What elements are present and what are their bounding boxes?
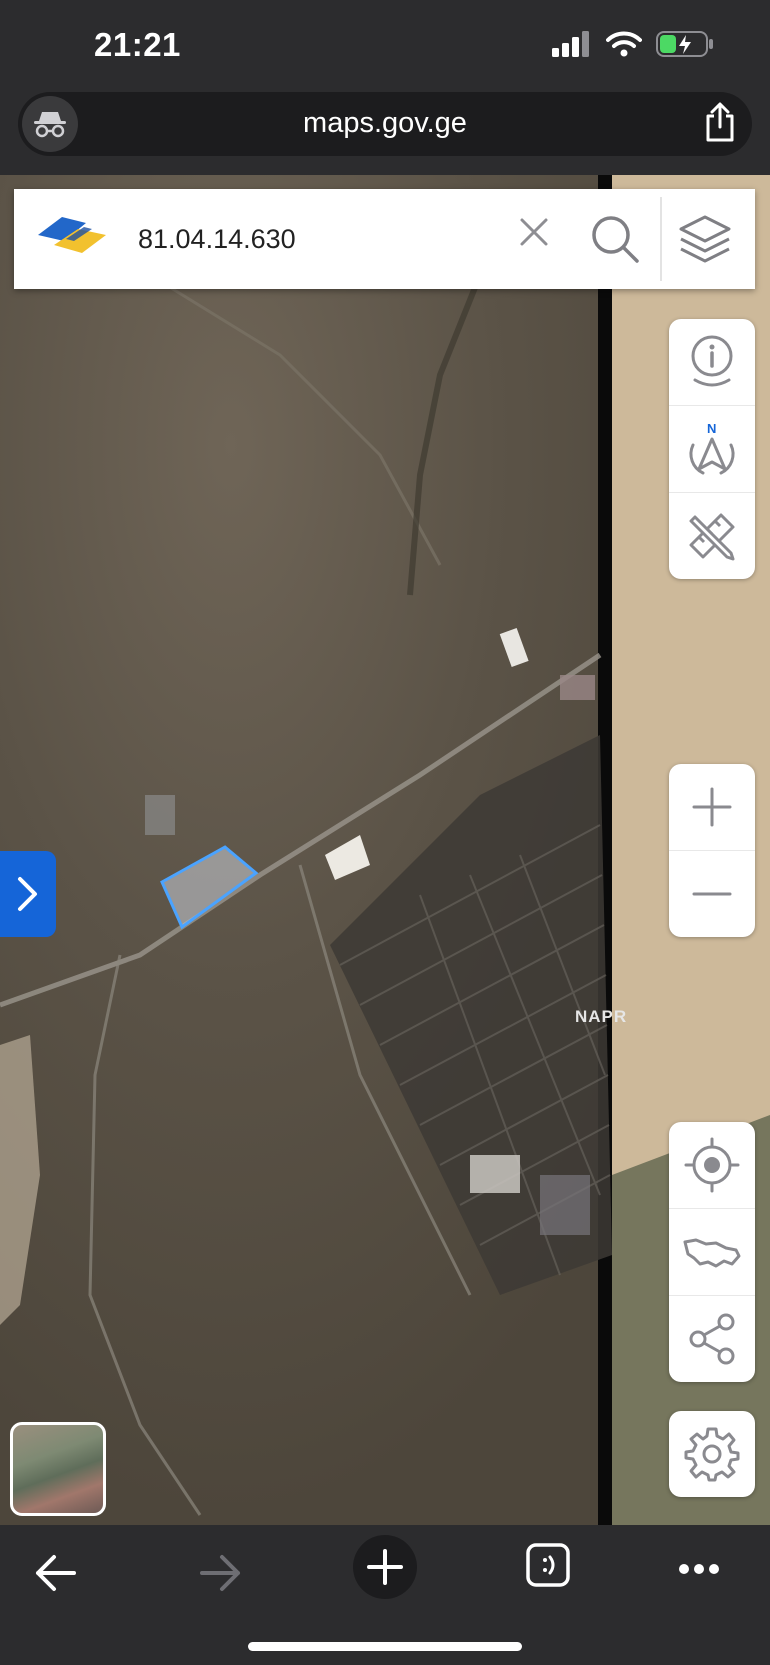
arrow-left-icon	[36, 1555, 76, 1591]
compass-button[interactable]: N	[669, 406, 755, 493]
arrow-right-icon	[200, 1555, 240, 1591]
minus-icon	[692, 892, 732, 896]
signal-icon	[552, 31, 589, 57]
info-button[interactable]	[669, 319, 755, 406]
locate-button[interactable]	[669, 1122, 755, 1209]
gear-icon	[684, 1427, 740, 1482]
share-button[interactable]	[702, 102, 738, 149]
plus-icon	[692, 787, 732, 827]
measure-button[interactable]	[669, 493, 755, 579]
expand-sidebar-button[interactable]	[0, 851, 56, 937]
chevron-right-icon	[18, 877, 37, 911]
tools-panel: N	[669, 319, 755, 579]
tabs-icon	[526, 1543, 570, 1587]
address-bar[interactable]: maps.gov.ge	[18, 92, 752, 156]
zoom-panel	[669, 764, 755, 937]
layers-icon	[679, 215, 731, 263]
map-label: NAPR	[575, 1007, 628, 1026]
country-extent-button[interactable]	[669, 1209, 755, 1296]
forward-button[interactable]	[198, 1553, 242, 1593]
search-input[interactable]	[136, 215, 500, 263]
location-panel	[669, 1122, 755, 1382]
compass-north-icon: N	[689, 421, 735, 475]
search-divider	[660, 197, 662, 281]
share-nodes-icon	[689, 1313, 735, 1365]
status-bar: 21:21	[0, 0, 770, 88]
share-icon	[706, 102, 734, 142]
settings-button[interactable]	[669, 1411, 755, 1497]
status-time: 21:21	[94, 26, 181, 63]
url-text[interactable]: maps.gov.ge	[18, 107, 752, 140]
map-imagery	[0, 273, 770, 1525]
locate-icon	[684, 1137, 740, 1193]
zoom-out-button[interactable]	[669, 851, 755, 937]
search-button[interactable]	[589, 213, 641, 270]
search-bar	[14, 189, 755, 289]
tabs-button[interactable]	[526, 1543, 570, 1587]
battery-icon	[656, 31, 713, 57]
zoom-in-button[interactable]	[669, 764, 755, 851]
ruler-pencil-icon	[689, 513, 735, 561]
share-map-button[interactable]	[669, 1296, 755, 1382]
napr-logo[interactable]	[34, 213, 110, 264]
more-button[interactable]	[678, 1563, 720, 1575]
wifi-icon	[606, 31, 642, 57]
new-tab-button[interactable]	[353, 1535, 417, 1599]
settings-panel	[669, 1411, 755, 1497]
home-indicator	[248, 1642, 522, 1651]
more-icon	[679, 1564, 719, 1574]
status-icons	[552, 30, 714, 58]
plus-icon	[367, 1549, 403, 1585]
napr-logo-icon	[38, 217, 106, 253]
svg-text:N: N	[707, 421, 716, 436]
search-icon	[592, 216, 639, 263]
clear-search-button[interactable]	[519, 217, 549, 252]
satellite-map[interactable]: NAPR	[0, 175, 770, 1525]
basemap-thumbnail[interactable]	[10, 1422, 106, 1516]
georgia-map-icon	[683, 1238, 741, 1268]
info-pin-icon	[691, 335, 733, 387]
back-button[interactable]	[34, 1553, 78, 1593]
layers-button[interactable]	[677, 211, 733, 272]
close-icon	[520, 218, 548, 246]
